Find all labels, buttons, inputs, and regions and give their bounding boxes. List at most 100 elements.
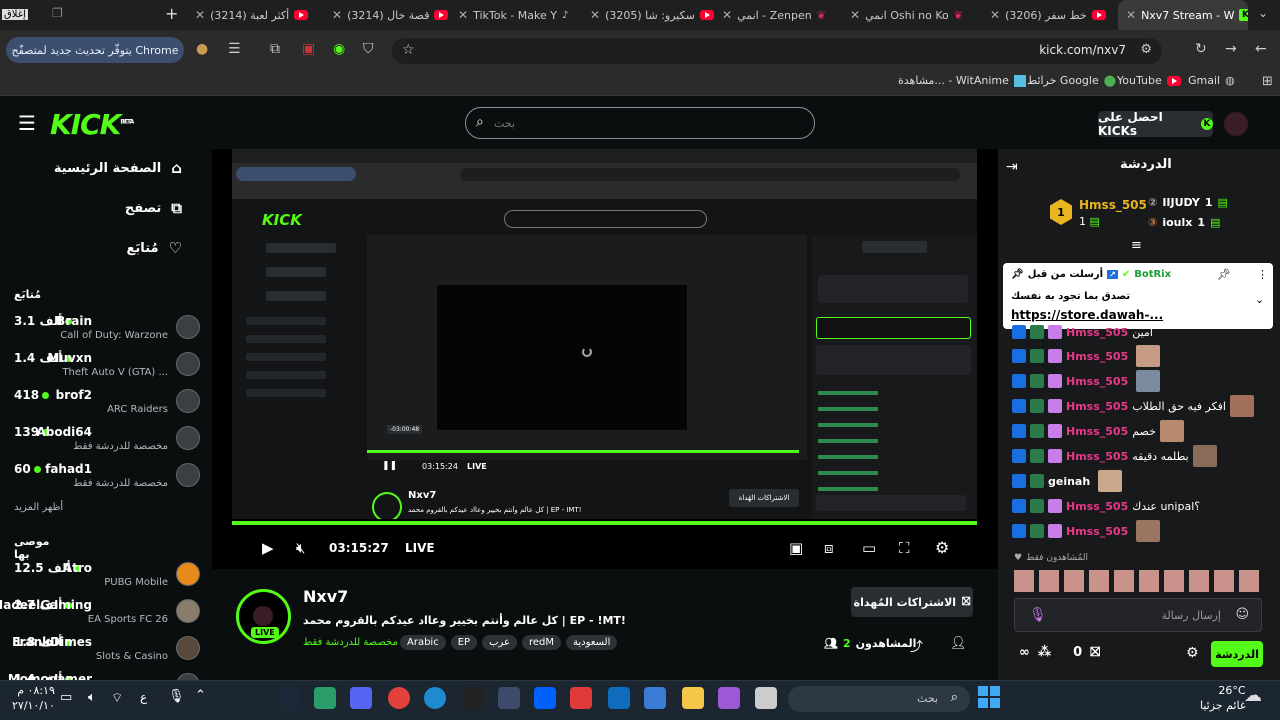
- recommended-channel[interactable]: 12.5 ألف Atro PUBG Mobile: [12, 558, 200, 594]
- tag[interactable]: EP: [450, 635, 478, 650]
- followed-channel[interactable]: 3.1 ألف Brain Call of Duty: Warzone: [12, 311, 200, 347]
- tab-1[interactable]: ✕ قصة خال (3214): [332, 4, 452, 26]
- chevron-down-icon[interactable]: ⌄: [1255, 293, 1264, 306]
- apps-grid-icon[interactable]: ⊞: [1262, 74, 1273, 89]
- close-icon[interactable]: ✕: [590, 8, 600, 22]
- chat-username[interactable]: Hmss_505: [1066, 450, 1128, 463]
- play-icon[interactable]: ▶: [262, 539, 274, 557]
- tag[interactable]: redM: [521, 635, 562, 650]
- chat-settings-icon[interactable]: ⚙: [1186, 645, 1199, 661]
- dropbox-icon[interactable]: [534, 687, 556, 709]
- app-icon[interactable]: [498, 687, 520, 709]
- wifi-icon[interactable]: ⌔: [111, 690, 123, 706]
- app-icon[interactable]: [570, 687, 592, 709]
- pinned-message[interactable]: 📌︎ أرسلت من قبل ↗ ✔ BotRix 📌︎ ⋮ تصدق بما…: [1003, 263, 1273, 329]
- microphone-icon[interactable]: 🎙︎: [1029, 607, 1047, 623]
- forward-icon[interactable]: →: [1225, 41, 1237, 57]
- followed-channel[interactable]: 1.4 ألف Muvxn Theft Auto V (GTA) ...: [12, 348, 200, 384]
- close-icon[interactable]: ✕: [850, 8, 860, 22]
- start-button[interactable]: [978, 686, 1000, 708]
- emoji-icon[interactable]: ☺: [1235, 607, 1249, 622]
- shield-icon[interactable]: ⛉: [363, 41, 374, 57]
- new-tab-button[interactable]: +: [165, 4, 178, 23]
- show-more-link[interactable]: أظهر المزيد: [14, 502, 63, 513]
- search-box[interactable]: ⌕: [465, 107, 815, 139]
- clock[interactable]: ٠٨:١٩ م ٢٧/١٠/١٠: [12, 683, 55, 713]
- extensions-icon[interactable]: ⧉: [270, 41, 280, 57]
- site-info-icon[interactable]: ⚙: [1140, 42, 1152, 57]
- store-icon[interactable]: [644, 687, 666, 709]
- chat-send-button[interactable]: الدردشة: [1211, 641, 1263, 667]
- language-indicator[interactable]: ع: [140, 690, 147, 704]
- tab-3[interactable]: ✕ سكيرو: شا (3205): [590, 4, 715, 26]
- bookmark-gmail[interactable]: Gmail ◍: [1188, 74, 1235, 87]
- gift-subs-button[interactable]: الاشتراكات المُهداة ⛝: [851, 587, 973, 617]
- close-icon[interactable]: ✕: [195, 8, 205, 22]
- get-kicks-button[interactable]: احصل على KICKs K: [1098, 110, 1213, 138]
- reload-icon[interactable]: ↻: [1195, 41, 1207, 57]
- close-icon[interactable]: ✕: [722, 8, 732, 22]
- chrome-icon[interactable]: [388, 687, 410, 709]
- recommended-channel[interactable]: 2.7 ألف HadeelGaming EA Sports FC 26: [0, 595, 200, 631]
- chat-username[interactable]: Hmss_505: [1066, 350, 1128, 363]
- menu-icon[interactable]: ☰: [18, 111, 36, 135]
- filter-icon[interactable]: ≡: [1131, 238, 1142, 253]
- unpin-icon[interactable]: 📌︎: [1217, 268, 1231, 281]
- file-explorer-icon[interactable]: [682, 687, 704, 709]
- outlook-icon[interactable]: [608, 687, 630, 709]
- close-icon[interactable]: ✕: [458, 8, 468, 22]
- tag[interactable]: السعودية: [566, 635, 618, 650]
- close-icon[interactable]: ✕: [1126, 8, 1136, 22]
- chat-username[interactable]: Hmss_505: [1066, 425, 1128, 438]
- settings-icon[interactable]: ⚙: [935, 538, 949, 557]
- progress-track[interactable]: [232, 521, 977, 525]
- tab-6[interactable]: ✕ خط سفر (3206): [990, 4, 1112, 26]
- avatar[interactable]: [1224, 112, 1248, 136]
- tab-5[interactable]: ✕ انمي Oshi no Ko ❦: [850, 4, 975, 26]
- extension-icon[interactable]: ◉: [333, 41, 345, 57]
- clip-icon[interactable]: ⧈: [824, 539, 834, 557]
- followed-channel[interactable]: 60 fahad1 مخصصة للدردشة فقط: [12, 459, 200, 495]
- channel-name[interactable]: Nxv7: [303, 587, 348, 606]
- copilot-icon[interactable]: [718, 687, 740, 709]
- miniplayer-icon[interactable]: ▭: [862, 539, 876, 557]
- tab-4[interactable]: ✕ انمي - Zenpen ❦: [722, 4, 842, 26]
- speaker-icon[interactable]: 🔈︎: [88, 690, 96, 705]
- theater-mode-icon[interactable]: ▣: [789, 539, 803, 557]
- chevron-up-icon[interactable]: ⌃: [195, 688, 206, 703]
- chat-input[interactable]: 🎙︎ إرسال رسالة ☺: [1014, 598, 1262, 632]
- stream-category[interactable]: مخصصة للدردشة فقط: [303, 637, 398, 648]
- microphone-icon[interactable]: 🎙︎: [168, 689, 185, 704]
- edge-icon[interactable]: [424, 687, 446, 709]
- chat-username[interactable]: Hmss_505: [1066, 525, 1128, 538]
- chat-username[interactable]: Hmss_505: [1066, 500, 1128, 513]
- kicks-icon[interactable]: ⁂: [1038, 645, 1051, 660]
- tab-7-active[interactable]: ✕ Nxv7 Stream - W K: [1118, 0, 1248, 30]
- back-icon[interactable]: ←: [1255, 41, 1267, 57]
- extension-icon[interactable]: ▣: [302, 41, 315, 57]
- sidebar-item-home[interactable]: الصفحة الرئيسية ⌂: [54, 159, 182, 177]
- tab-0[interactable]: ✕ أكثر لعبة (3214): [195, 4, 330, 26]
- recommended-channel[interactable]: 1.4 ألف Momogamer: [8, 669, 200, 680]
- extension-icon[interactable]: ●: [196, 41, 208, 57]
- battery-icon[interactable]: ▭: [60, 690, 72, 705]
- tab-list-icon[interactable]: ☰: [228, 41, 241, 57]
- discord-icon[interactable]: [350, 687, 372, 709]
- fullscreen-icon[interactable]: ⛶: [899, 539, 910, 557]
- gift-icon[interactable]: ⛝: [1090, 645, 1100, 660]
- restore-icon[interactable]: ❐: [52, 6, 63, 20]
- pinned-link[interactable]: https://store.dawah-...: [1011, 308, 1163, 322]
- bookmark-maps[interactable]: خرائط Google ⬤: [1027, 74, 1116, 87]
- chat-username[interactable]: Hmss_505: [1066, 326, 1128, 339]
- bookmark-star-icon[interactable]: ☆: [402, 42, 415, 58]
- followed-channel[interactable]: 418 brof2 ARC Raiders: [12, 385, 200, 421]
- tag[interactable]: Arabic: [400, 635, 446, 650]
- sidebar-item-following[interactable]: مُتابَع ♡: [127, 239, 182, 257]
- close-icon[interactable]: ✕: [332, 8, 342, 22]
- taskbar-search[interactable]: ⌕ بحث: [788, 686, 970, 712]
- kick-logo[interactable]: KICKBETA: [50, 108, 134, 141]
- tag[interactable]: عرب: [482, 635, 517, 650]
- recommended-channel[interactable]: 1.8 ألف FrankDimes Slots & Casino: [12, 632, 200, 668]
- followed-channel[interactable]: 139 Abodi64 مخصصة للدردشة فقط: [12, 422, 200, 458]
- close-icon[interactable]: ✕: [990, 8, 1000, 22]
